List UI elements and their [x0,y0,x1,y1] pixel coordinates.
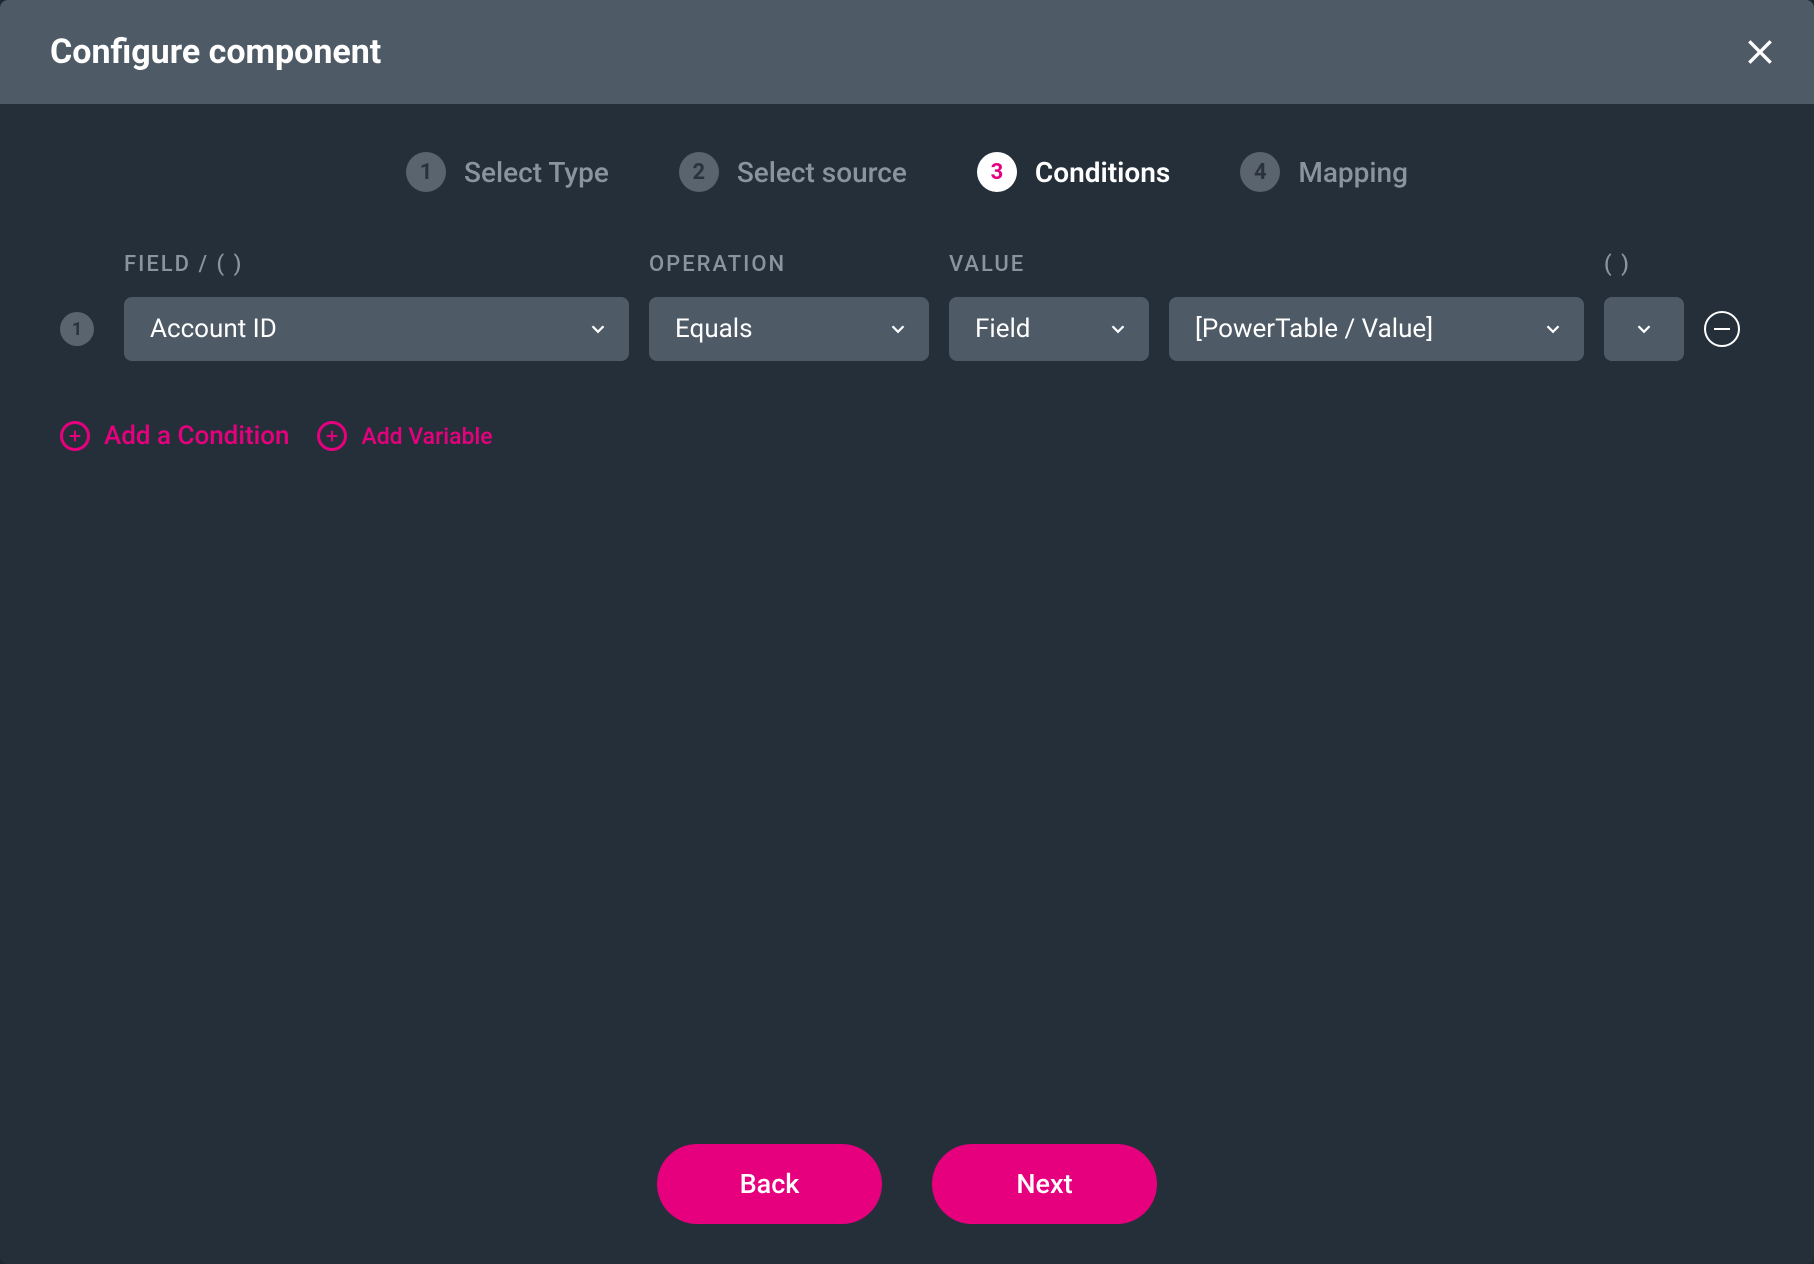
column-headers: FIELD / ( ) OPERATION VALUE ( ) [60,252,1754,277]
close-icon[interactable] [1742,34,1778,70]
configure-component-modal: Configure component 1 Select Type 2 Sele… [0,0,1814,1264]
minus-icon [1714,328,1730,331]
step-label: Select source [737,156,907,189]
step-number: 4 [1240,152,1280,192]
add-variable-label: Add Variable [361,423,492,450]
step-label: Conditions [1035,156,1170,189]
step-number: 1 [406,152,446,192]
add-variable-button[interactable]: Add Variable [317,421,492,451]
back-button[interactable]: Back [657,1144,882,1224]
modal-header: Configure component [0,0,1814,104]
chevron-down-icon [1633,318,1655,340]
modal-footer: Back Next [0,1104,1814,1264]
paren-select[interactable] [1604,297,1684,361]
operation-select-value: Equals [675,314,753,344]
condition-row: 1 Account ID Equals Field [P [60,297,1754,361]
step-select-type[interactable]: 1 Select Type [406,152,609,192]
chevron-down-icon [1542,318,1564,340]
conditions-content: FIELD / ( ) OPERATION VALUE ( ) 1 Accoun… [0,252,1814,1104]
step-label: Mapping [1298,156,1408,189]
chevron-down-icon [1107,318,1129,340]
step-conditions[interactable]: 3 Conditions [977,152,1170,192]
value-type-select-value: Field [975,314,1030,344]
value-select-value: [PowerTable / Value] [1195,314,1433,344]
condition-number: 1 [60,312,94,346]
add-condition-label: Add a Condition [104,421,289,451]
header-field: FIELD / ( ) [124,252,629,277]
modal-title: Configure component [50,32,381,72]
remove-condition-button[interactable] [1704,311,1740,347]
value-select[interactable]: [PowerTable / Value] [1169,297,1584,361]
header-paren: ( ) [1604,252,1684,277]
plus-circle-icon [317,421,347,451]
header-value: VALUE [949,252,1149,277]
field-select[interactable]: Account ID [124,297,629,361]
value-type-select[interactable]: Field [949,297,1149,361]
step-number: 2 [679,152,719,192]
add-condition-button[interactable]: Add a Condition [60,421,289,451]
add-actions: Add a Condition Add Variable [60,421,1754,451]
header-operation: OPERATION [649,252,929,277]
plus-circle-icon [60,421,90,451]
field-select-value: Account ID [150,314,277,344]
operation-select[interactable]: Equals [649,297,929,361]
stepper: 1 Select Type 2 Select source 3 Conditio… [0,104,1814,252]
step-label: Select Type [464,156,609,189]
step-number: 3 [977,152,1017,192]
chevron-down-icon [887,318,909,340]
step-select-source[interactable]: 2 Select source [679,152,907,192]
chevron-down-icon [587,318,609,340]
step-mapping[interactable]: 4 Mapping [1240,152,1408,192]
next-button[interactable]: Next [932,1144,1157,1224]
